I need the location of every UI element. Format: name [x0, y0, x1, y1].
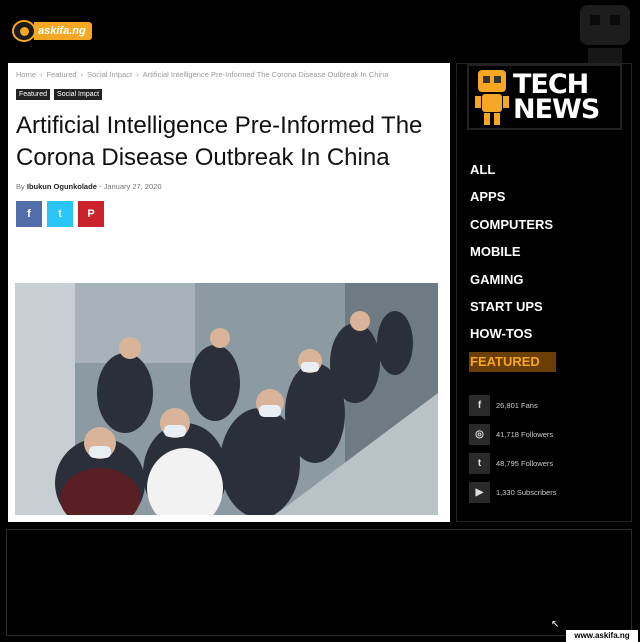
youtube-count: 1,330 Subscribers — [496, 487, 557, 497]
social-row-facebook[interactable]: f 26,801 Fans — [469, 394, 619, 416]
logo-mark-icon — [12, 20, 36, 42]
tech-news-banner[interactable]: TECH NEWS — [467, 64, 622, 130]
article-card: Home › Featured › Social Impact › Artificial I… — [8, 63, 450, 522]
article-featured-image — [15, 283, 438, 515]
breadcrumb-featured[interactable]: Featured — [47, 70, 77, 79]
article-title: Artificial Intelligence Pre-Informed The… — [16, 112, 423, 171]
date-separator: - — [98, 182, 102, 191]
robot-background-icon — [580, 5, 630, 70]
youtube-icon: ▶ — [469, 481, 490, 503]
breadcrumb-current: Artificial Intelligence Pre-Informed The… — [142, 70, 389, 79]
menu-item-featured[interactable]: FEATURED — [469, 351, 556, 372]
social-row-youtube[interactable]: ▶ 1,330 Subscribers — [469, 481, 619, 503]
author-link[interactable]: Ibukun Ogunkolade — [27, 182, 97, 191]
facebook-count: 26,801 Fans — [496, 400, 538, 410]
tech-news-title: TECH NEWS — [513, 71, 600, 125]
breadcrumb: Home › Featured › Social Impact › Artificial I… — [16, 70, 442, 79]
bottom-ad-area — [6, 529, 632, 636]
menu-item-computers[interactable]: COMPUTERS — [469, 215, 579, 235]
sidebar: TECH NEWS ALL APPS COMPUTERS MOBILE GAMI… — [456, 63, 632, 522]
publish-date: January 27, 2020 — [103, 182, 162, 191]
instagram-icon: ◎ — [469, 423, 490, 445]
social-row-twitter[interactable]: t 48,795 Followers — [469, 452, 619, 474]
site-logo[interactable]: askifa.ng — [12, 20, 92, 42]
breadcrumb-separator: › — [40, 70, 43, 79]
by-label: By — [16, 182, 25, 191]
logo-text: askifa.ng — [34, 22, 92, 40]
robot-mascot-icon — [475, 70, 509, 125]
instagram-count: 41,718 Followers — [496, 429, 554, 439]
breadcrumb-separator: › — [80, 70, 84, 79]
twitter-share-button[interactable]: t — [47, 201, 73, 227]
tech-news-line2: NEWS — [513, 94, 600, 125]
menu-item-apps[interactable]: APPS — [469, 187, 579, 207]
menu-item-all[interactable]: ALL — [469, 160, 579, 180]
twitter-icon: t — [469, 452, 490, 474]
category-menu: ALL APPS COMPUTERS MOBILE GAMING START U… — [469, 160, 579, 379]
facebook-icon: f — [27, 208, 31, 220]
menu-item-mobile[interactable]: MOBILE — [469, 242, 579, 262]
article-meta: By Ibukun Ogunkolade - January 27, 2020 — [16, 182, 442, 191]
watermark: www.askifa.ng — [566, 630, 638, 642]
mouse-cursor-icon: ↖ — [551, 619, 560, 630]
pinterest-icon: P — [87, 208, 95, 220]
menu-item-gaming[interactable]: GAMING — [469, 270, 579, 290]
twitter-icon: t — [58, 208, 62, 220]
facebook-icon: f — [469, 394, 490, 416]
menu-item-start-ups[interactable]: START UPS — [469, 297, 579, 317]
pinterest-share-button[interactable]: P — [78, 201, 104, 227]
social-row-instagram[interactable]: ◎ 41,718 Followers — [469, 423, 619, 445]
breadcrumb-social-impact[interactable]: Social Impact — [87, 70, 132, 79]
breadcrumb-separator: › — [136, 70, 139, 79]
tag-social-impact[interactable]: Social Impact — [54, 89, 103, 100]
social-counters: f 26,801 Fans ◎ 41,718 Followers t 48,79… — [469, 394, 619, 510]
facebook-share-button[interactable]: f — [16, 201, 42, 227]
breadcrumb-home[interactable]: Home — [16, 70, 36, 79]
category-tags: Featured Social Impact — [16, 89, 442, 100]
page: askifa.ng Home › Featured › Social Impact › Ar… — [0, 0, 640, 642]
twitter-count: 48,795 Followers — [496, 458, 554, 468]
menu-item-how-tos[interactable]: HOW-TOS — [469, 324, 579, 344]
tag-featured[interactable]: Featured — [16, 89, 51, 100]
share-buttons: f t P — [16, 201, 442, 227]
